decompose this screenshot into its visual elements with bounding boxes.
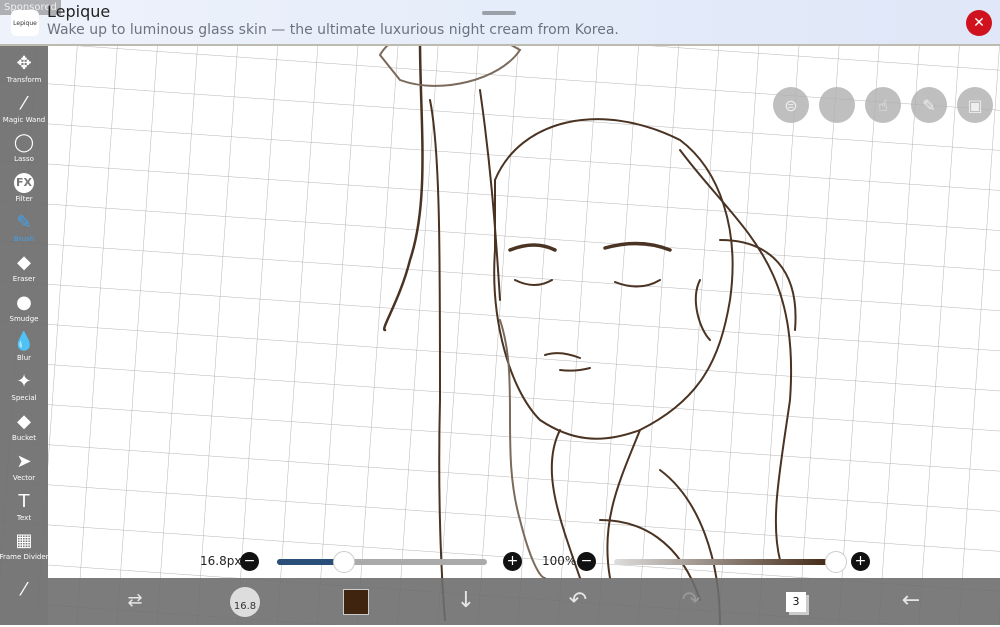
ad-title: Lepique	[47, 2, 111, 21]
tool-eraser[interactable]: ◆ Eraser	[0, 245, 48, 285]
tool-label: Special	[11, 394, 37, 403]
magic-wand-icon: ⁄	[22, 92, 26, 114]
brush-sliders: 16.8px − + 100% − +	[0, 550, 1000, 574]
tool-label: Brush	[13, 234, 35, 243]
tool-bucket[interactable]: ◆ Bucket	[0, 404, 48, 444]
opacity-minus-button[interactable]: −	[577, 552, 596, 571]
opacity-slider[interactable]	[614, 559, 836, 565]
ad-banner[interactable]: Sponsored Lepique Lepique Wake up to lum…	[0, 0, 1000, 46]
tool-label: Blur	[16, 354, 32, 363]
tool-text[interactable]: T Text	[0, 484, 48, 524]
swap-tool-icon[interactable]: ⇄	[120, 586, 150, 616]
toggle-icon[interactable]: ⊜	[773, 87, 809, 123]
opacity-plus-button[interactable]: +	[851, 552, 870, 571]
special-icon: ✦	[16, 371, 32, 393]
blank-button[interactable]	[819, 87, 855, 123]
tool-label: Smudge	[9, 314, 39, 323]
filter-icon: FX	[14, 173, 34, 195]
tool-sidebar: ✥ Transform ⁄ Magic Wand ◯ Lasso FX Filter ✎ Brus…	[0, 46, 49, 625]
image-icon[interactable]: ▣	[957, 87, 993, 123]
tool-special[interactable]: ✦ Special	[0, 364, 48, 404]
size-slider-thumb[interactable]	[333, 551, 356, 573]
ad-close-button[interactable]: ✕	[966, 10, 992, 36]
smudge-icon: ●	[16, 291, 32, 313]
tool-label: Transform	[6, 75, 42, 84]
vector-icon: ➤	[16, 450, 32, 472]
tool-label: Filter	[15, 195, 33, 204]
touch-hand-icon[interactable]: ☝	[865, 87, 901, 123]
tool-label: Lasso	[14, 155, 34, 164]
tool-magic-wand[interactable]: ⁄ Magic Wand	[0, 86, 48, 126]
tool-smudge[interactable]: ● Smudge	[0, 285, 48, 325]
frame-divider-icon: ▦	[15, 530, 33, 552]
tool-label: Vector	[12, 473, 36, 482]
tool-label: Magic Wand	[2, 115, 46, 124]
tool-transform[interactable]: ✥ Transform	[0, 46, 48, 86]
redo-icon[interactable]: ↷	[676, 586, 706, 616]
tool-eyedropper[interactable]: ⁄	[0, 563, 48, 603]
canvas-quick-buttons: ⊜ ☝ ✎ ▣	[773, 87, 993, 123]
size-plus-button[interactable]: +	[503, 552, 522, 571]
transform-icon: ✥	[16, 52, 32, 74]
text-icon: T	[18, 490, 30, 512]
opacity-label: 100%	[542, 554, 577, 568]
tool-lasso[interactable]: ◯ Lasso	[0, 126, 48, 166]
bucket-icon: ◆	[17, 410, 31, 432]
bottom-toolbar: ⇄ 16.8 ↓ ↶ ↷ 3 ←	[48, 578, 1000, 625]
drag-handle[interactable]	[482, 11, 516, 15]
tool-brush[interactable]: ✎ Brush	[0, 205, 48, 245]
opacity-slider-thumb[interactable]	[825, 551, 847, 573]
blur-icon: 💧	[12, 331, 36, 353]
tool-label: Bucket	[12, 433, 36, 442]
eyedropper-icon: ⁄	[22, 579, 26, 601]
ad-logo: Lepique	[11, 10, 39, 36]
color-swatch[interactable]	[343, 589, 369, 615]
size-slider[interactable]	[277, 559, 487, 565]
brush-preview-button[interactable]: 16.8	[230, 587, 260, 617]
pen-icon[interactable]: ✎	[911, 87, 947, 123]
undo-icon[interactable]: ↶	[563, 586, 593, 616]
brush-icon: ✎	[16, 211, 32, 233]
lasso-icon: ◯	[13, 132, 35, 154]
tool-label: Frame Divider	[0, 553, 49, 562]
layers-button[interactable]: 3	[786, 592, 806, 612]
tool-frame-divider[interactable]: ▦ Frame Divider	[0, 524, 49, 564]
brush-size-label: 16.8px	[200, 554, 242, 568]
download-arrow-icon[interactable]: ↓	[451, 586, 481, 616]
tool-label: Eraser	[12, 274, 36, 283]
size-minus-button[interactable]: −	[240, 552, 259, 571]
tool-label: Text	[16, 513, 32, 522]
tool-filter[interactable]: FX Filter	[0, 165, 48, 205]
back-arrow-icon[interactable]: ←	[896, 586, 926, 616]
ad-description: Wake up to luminous glass skin — the ult…	[47, 22, 619, 38]
tool-vector[interactable]: ➤ Vector	[0, 444, 48, 484]
tool-blur[interactable]: 💧 Blur	[0, 325, 48, 365]
eraser-icon: ◆	[17, 251, 31, 273]
